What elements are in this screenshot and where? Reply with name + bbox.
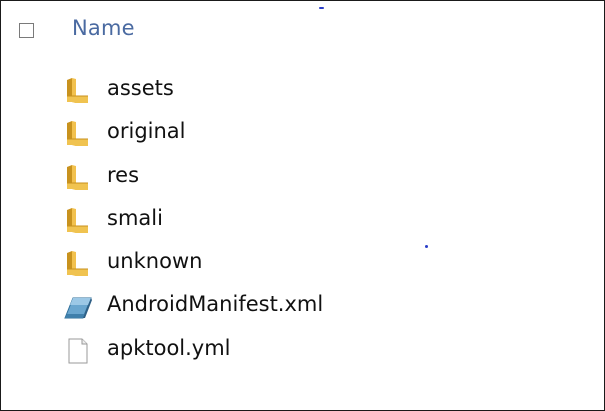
stray-pixel — [319, 7, 324, 9]
file-list: assets original res smali unknown Androi… — [1, 69, 604, 372]
file-name: AndroidManifest.xml — [107, 292, 324, 317]
xml-file-icon — [61, 294, 93, 320]
file-name: res — [107, 162, 140, 187]
file-row-smali[interactable]: smali — [1, 199, 604, 242]
folder-icon — [61, 121, 93, 147]
file-row-androidmanifest[interactable]: AndroidManifest.xml — [1, 285, 604, 328]
file-name: assets — [107, 76, 174, 100]
file-row-apktool[interactable]: apktool.yml — [1, 329, 604, 372]
file-row-unknown[interactable]: unknown — [1, 242, 604, 285]
file-list-window: Name assets original res smali unknown A… — [0, 0, 605, 411]
file-name: original — [107, 119, 186, 144]
file-row-assets[interactable]: assets — [1, 69, 604, 112]
file-row-original[interactable]: original — [1, 112, 604, 155]
stray-pixel — [425, 245, 428, 248]
select-all-checkbox[interactable] — [19, 23, 34, 38]
folder-icon — [61, 251, 93, 277]
file-name: apktool.yml — [107, 335, 231, 360]
file-name: unknown — [107, 249, 203, 274]
folder-icon — [61, 78, 93, 104]
name-column-header[interactable]: Name — [72, 16, 135, 40]
file-name: smali — [107, 205, 163, 230]
document-icon — [61, 338, 93, 364]
folder-icon — [61, 207, 93, 234]
file-row-res[interactable]: res — [1, 156, 604, 199]
folder-icon — [61, 164, 93, 191]
list-header: Name — [1, 1, 604, 55]
